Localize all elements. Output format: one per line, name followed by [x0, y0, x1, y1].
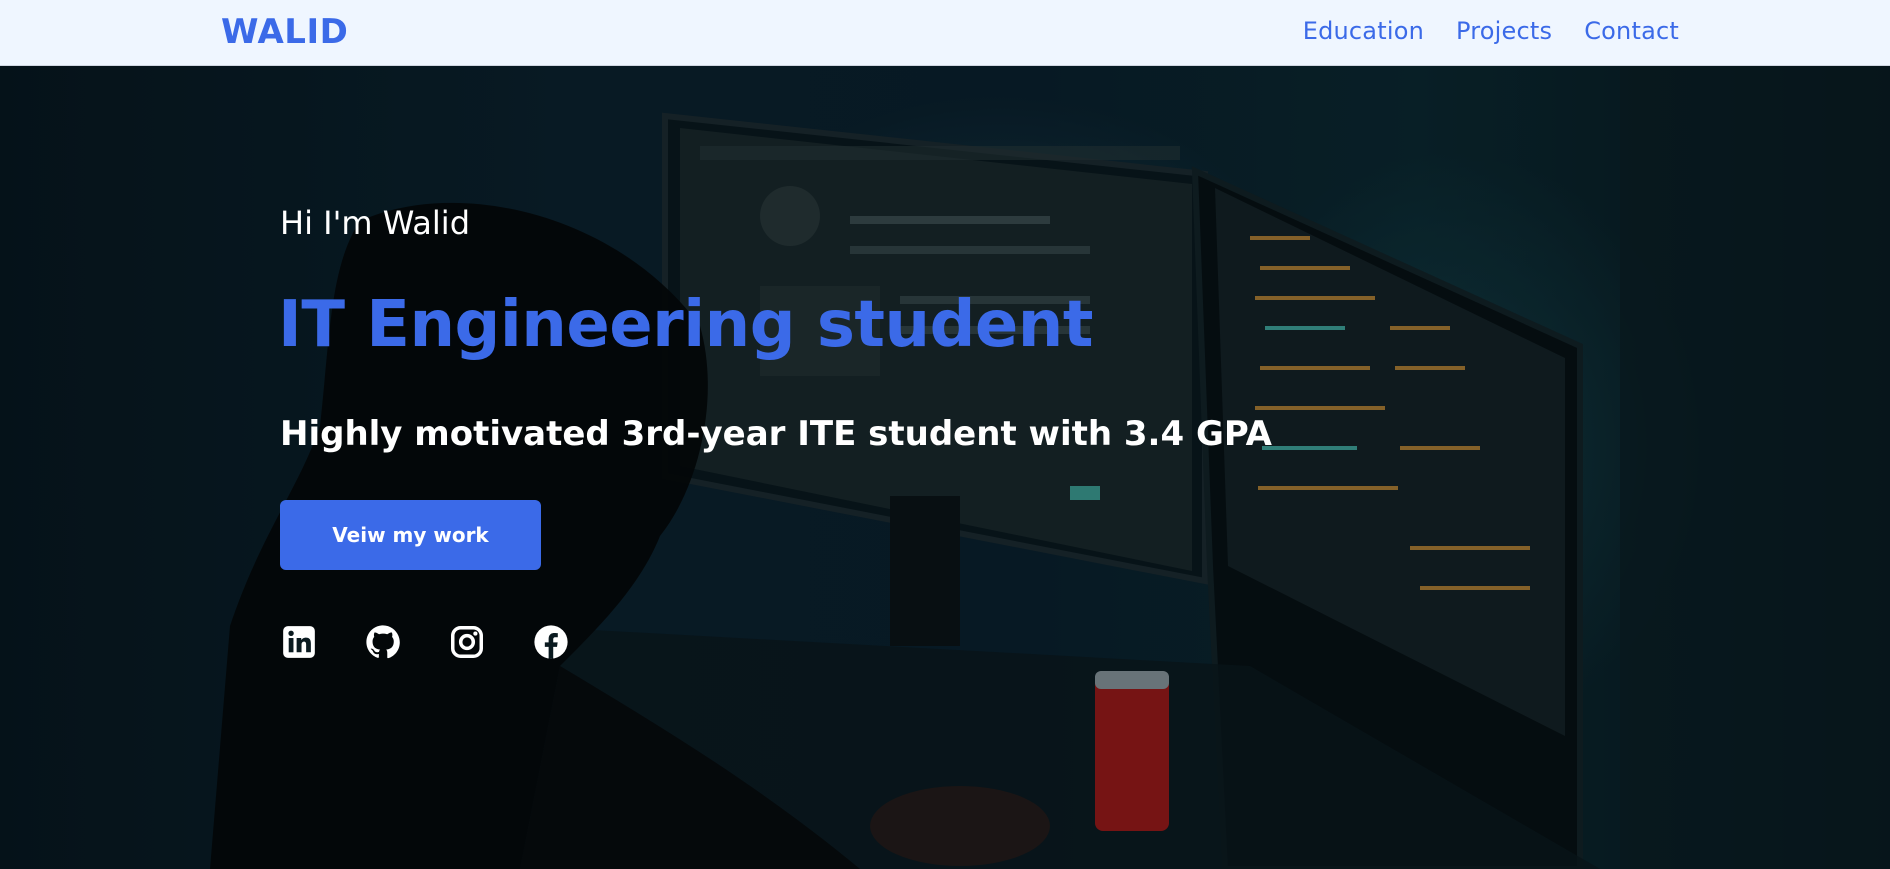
nav-link-contact[interactable]: Contact: [1584, 17, 1679, 45]
github-icon[interactable]: [364, 623, 402, 661]
social-links: [280, 623, 570, 661]
hero-background-image: [0, 66, 1890, 869]
navbar: WALID Education Projects Contact: [0, 0, 1890, 66]
facebook-icon[interactable]: [532, 623, 570, 661]
nav-link-projects[interactable]: Projects: [1456, 17, 1552, 45]
hero-greeting: Hi I'm Walid: [280, 204, 470, 242]
logo[interactable]: WALID: [221, 12, 348, 52]
hero-section: Hi I'm Walid IT Engineering student High…: [0, 66, 1890, 869]
linkedin-icon[interactable]: [280, 623, 318, 661]
nav-links: Education Projects Contact: [1303, 17, 1679, 45]
hero-title: IT Engineering student: [278, 288, 1093, 362]
nav-link-education[interactable]: Education: [1303, 17, 1424, 45]
instagram-icon[interactable]: [448, 623, 486, 661]
hero-subtitle: Highly motivated 3rd-year ITE student wi…: [280, 414, 1272, 454]
view-my-work-button[interactable]: Veiw my work: [280, 500, 541, 570]
